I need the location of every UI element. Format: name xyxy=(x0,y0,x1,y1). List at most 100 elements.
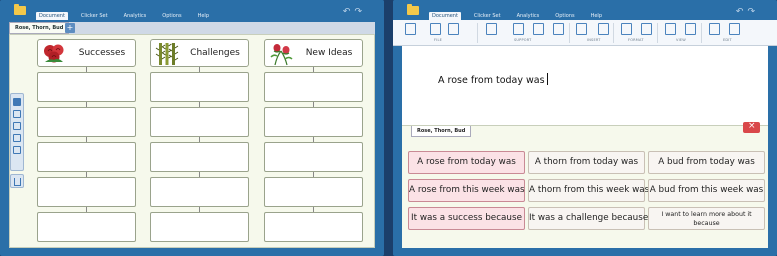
tab-rose-thorn-bud[interactable]: Rose, Thorn, Bud xyxy=(411,126,472,137)
menu-document[interactable]: Document xyxy=(36,12,68,20)
grid-cell[interactable] xyxy=(264,107,363,137)
ribbon-group-label: FILE xyxy=(434,38,443,42)
redo-icon[interactable]: ↷ xyxy=(354,7,366,17)
folder-icon[interactable] xyxy=(407,4,419,15)
app-stage: Document Clicker Set Analytics Options H… xyxy=(0,0,777,256)
document-editor[interactable]: A rose from today was xyxy=(402,46,768,125)
fill-tool-icon[interactable] xyxy=(13,122,21,130)
column-header[interactable]: Successes xyxy=(37,39,136,67)
grid-cell[interactable] xyxy=(264,72,363,102)
speaker-icon[interactable] xyxy=(486,23,497,35)
microphone-icon[interactable] xyxy=(553,23,564,35)
save-icon[interactable] xyxy=(430,23,441,35)
menu-bar: Document Clicker Set Analytics Options H… xyxy=(36,12,212,20)
grid-cell[interactable] xyxy=(37,177,136,207)
backspace-button[interactable] xyxy=(743,121,760,133)
menu-bar: Document Clicker Set Analytics Options H… xyxy=(429,12,605,20)
spellcheck-icon[interactable] xyxy=(533,23,544,35)
tab-rose-thorn-bud[interactable]: Rose, Thorn, Bud xyxy=(9,22,70,34)
ribbon-separator xyxy=(613,23,614,43)
quote-tool-icon[interactable] xyxy=(13,134,21,142)
sentence-button[interactable]: A bud from today was xyxy=(648,151,765,174)
grid-cell[interactable] xyxy=(150,177,249,207)
undo-redo-group: ↶↷ xyxy=(343,7,366,17)
ribbon-separator xyxy=(701,23,702,43)
redo-icon[interactable]: ↷ xyxy=(747,7,759,17)
undo-icon[interactable]: ↶ xyxy=(736,7,748,17)
grid-editor-window: Document Clicker Set Analytics Options H… xyxy=(0,0,384,256)
grid-cell[interactable] xyxy=(264,212,363,242)
menu-document[interactable]: Document xyxy=(429,12,461,20)
sentence-button[interactable]: A bud from this week was xyxy=(648,179,765,202)
menu-options[interactable]: Options xyxy=(159,12,184,20)
paste-icon[interactable] xyxy=(729,23,740,35)
trash-icon[interactable] xyxy=(13,146,21,154)
menu-analytics[interactable]: Analytics xyxy=(121,12,150,20)
document-tab-bar: Rose, Thorn, Bud + xyxy=(9,22,375,34)
column-title: Successes xyxy=(78,48,126,58)
grid-tab-bar: Rose, Thorn, Bud xyxy=(402,121,768,137)
grid-cell[interactable] xyxy=(150,72,249,102)
sentence-button[interactable]: It was a success because xyxy=(408,207,525,230)
copy-icon[interactable] xyxy=(709,23,720,35)
grid-cell[interactable] xyxy=(37,142,136,172)
undo-redo-group: ↶↷ xyxy=(736,7,759,17)
menu-help[interactable]: Help xyxy=(195,12,212,20)
font-icon[interactable] xyxy=(621,23,632,35)
column-header[interactable]: Challenges xyxy=(150,39,249,67)
ribbon-separator xyxy=(477,23,478,43)
search-icon[interactable] xyxy=(665,23,676,35)
word-list-icon[interactable] xyxy=(513,23,524,35)
editor-text: A rose from today was xyxy=(438,75,545,86)
column-new-ideas: New Ideas xyxy=(264,39,363,242)
editor-text-line: A rose from today was xyxy=(438,73,548,86)
menu-analytics[interactable]: Analytics xyxy=(514,12,543,20)
picture-tool-icon[interactable] xyxy=(13,110,21,118)
view-icon[interactable] xyxy=(685,23,696,35)
sentence-button[interactable]: I want to learn more about it because xyxy=(648,207,765,230)
select-tool-icon[interactable] xyxy=(13,98,21,106)
menu-clicker-set[interactable]: Clicker Set xyxy=(78,12,111,20)
print-icon[interactable] xyxy=(448,23,459,35)
share-button[interactable] xyxy=(10,174,24,188)
sentence-button[interactable]: A rose from this week was xyxy=(408,179,525,202)
grid-cell[interactable] xyxy=(37,72,136,102)
grid-cell[interactable] xyxy=(150,212,249,242)
title-bar: Document Clicker Set Analytics Options H… xyxy=(393,0,777,20)
undo-icon[interactable]: ↶ xyxy=(343,7,355,17)
user-mode-window: Document Clicker Set Analytics Options H… xyxy=(393,0,777,256)
grid-cell[interactable] xyxy=(264,142,363,172)
insert-grid-icon[interactable] xyxy=(598,23,609,35)
paragraph-icon[interactable] xyxy=(641,23,652,35)
menu-clicker-set[interactable]: Clicker Set xyxy=(471,12,504,20)
sentence-grid: A rose from today was A thorn from today… xyxy=(402,137,768,248)
insert-image-icon[interactable] xyxy=(576,23,587,35)
share-icon xyxy=(13,178,21,186)
sentence-button[interactable]: It was a challenge because xyxy=(528,207,648,230)
ribbon-group-label: INSERT xyxy=(587,38,601,42)
ribbon-toolbar: FILE SUPPORT INSERT FORMAT VIEW EDIT xyxy=(393,20,777,46)
sentence-button[interactable]: A thorn from today was xyxy=(528,151,645,174)
grid-cell[interactable] xyxy=(264,177,363,207)
column-header[interactable]: New Ideas xyxy=(264,39,363,67)
grid-cell[interactable] xyxy=(150,142,249,172)
grid-cell[interactable] xyxy=(37,212,136,242)
side-toolbar xyxy=(10,93,24,171)
column-challenges: Challenges xyxy=(150,39,249,242)
add-tab-button[interactable]: + xyxy=(65,23,75,33)
ribbon-group-label: EDIT xyxy=(723,38,732,42)
grid-cell[interactable] xyxy=(37,107,136,137)
new-document-icon[interactable] xyxy=(405,23,416,35)
sentence-button[interactable]: A rose from today was xyxy=(408,151,525,174)
sentence-button[interactable]: A thorn from this week was xyxy=(528,179,649,202)
folder-icon[interactable] xyxy=(14,4,26,15)
rosebud-icon xyxy=(270,44,293,66)
ribbon-separator xyxy=(657,23,658,43)
grid-cell[interactable] xyxy=(150,107,249,137)
menu-options[interactable]: Options xyxy=(552,12,577,20)
ribbon-separator xyxy=(569,23,570,43)
column-title: Challenges xyxy=(190,48,240,58)
ribbon-group-label: VIEW xyxy=(676,38,686,42)
menu-help[interactable]: Help xyxy=(588,12,605,20)
ribbon-group-label: FORMAT xyxy=(628,38,644,42)
